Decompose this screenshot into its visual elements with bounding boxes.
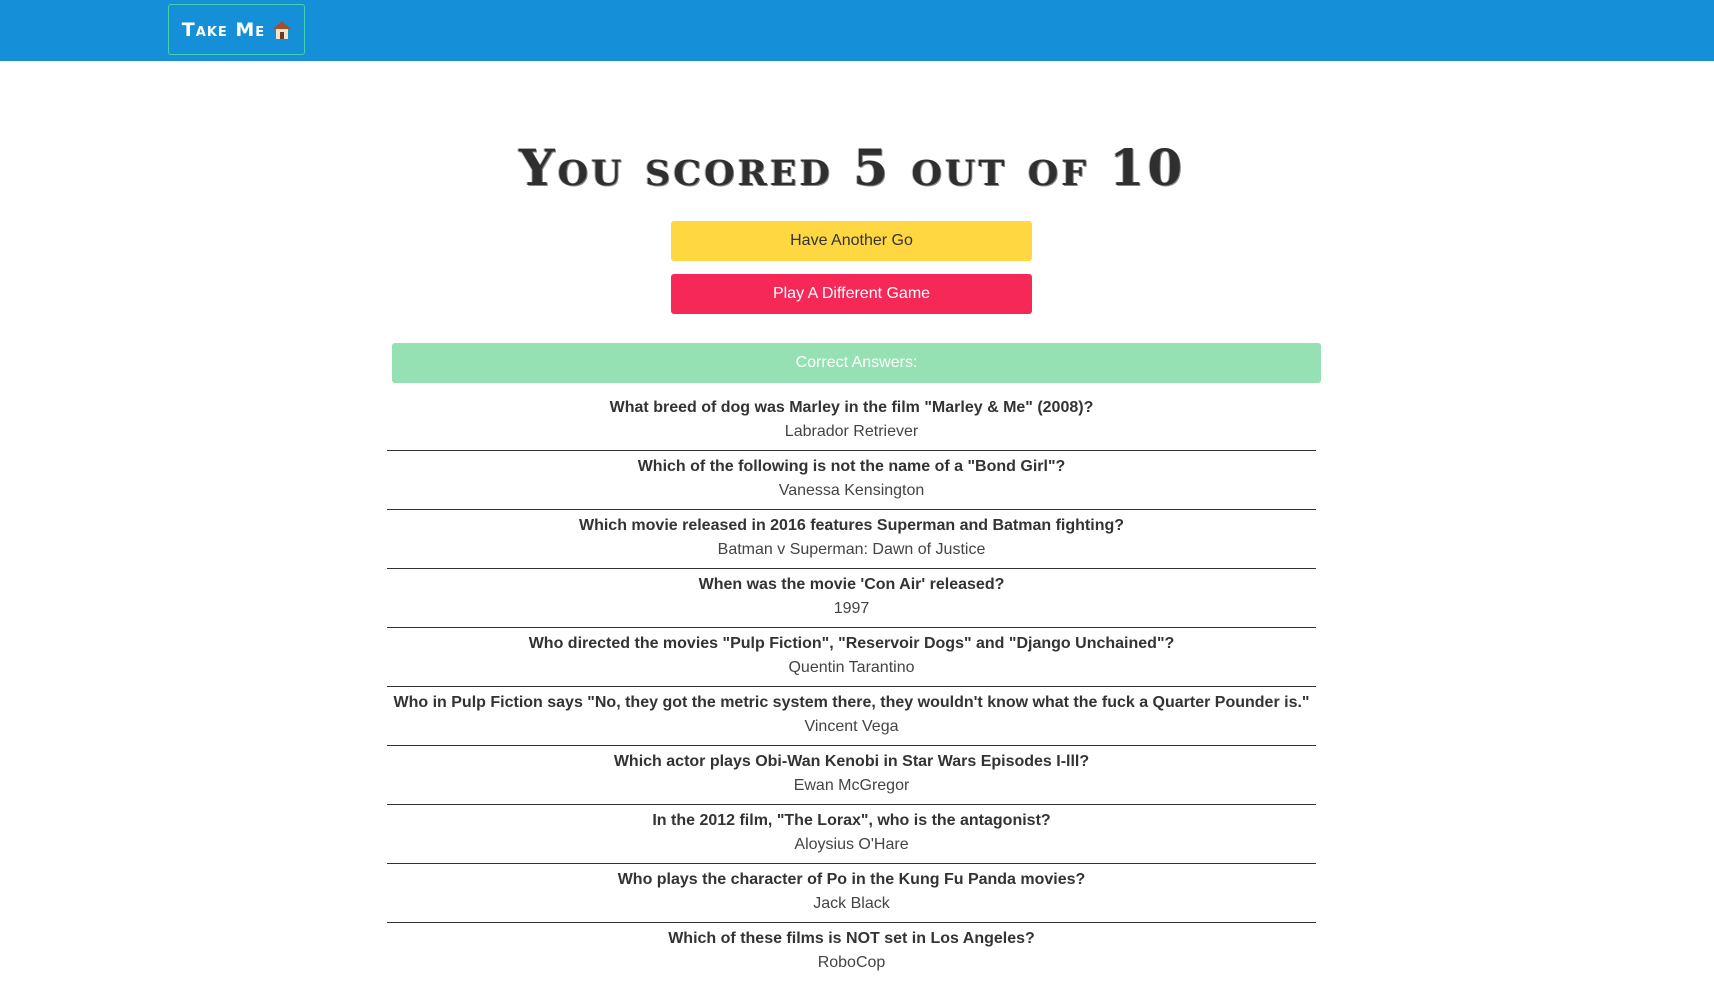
question-text: Who directed the movies "Pulp Fiction", … xyxy=(528,635,1175,652)
question-text: Which movie released in 2016 features Su… xyxy=(578,517,1125,534)
answer-text: RoboCop xyxy=(817,954,886,971)
answer-text: Quentin Tarantino xyxy=(788,659,915,676)
answer-text: Jack Black xyxy=(813,895,890,912)
question-text: What breed of dog was Marley in the film… xyxy=(609,399,1094,416)
home-button-label: Take Me xyxy=(181,18,266,41)
question-text: Which actor plays Obi-Wan Kenobi in Star… xyxy=(613,753,1090,770)
take-me-home-button[interactable]: Take Me xyxy=(168,4,305,55)
answer-text: Labrador Retriever xyxy=(784,423,919,440)
list-item: What breed of dog was Marley in the film… xyxy=(387,393,1316,451)
answer-text: Vanessa Kensington xyxy=(778,482,925,499)
question-text: Who plays the character of Po in the Kun… xyxy=(617,871,1086,888)
top-nav-bar: Take Me xyxy=(0,0,1714,61)
list-item: When was the movie 'Con Air' released? 1… xyxy=(387,570,1316,628)
answer-text: 1997 xyxy=(833,600,870,617)
answer-text: Aloysius O'Hare xyxy=(794,836,909,853)
play-different-game-button[interactable]: Play A Different Game xyxy=(671,274,1032,314)
list-item: Who plays the character of Po in the Kun… xyxy=(387,865,1316,923)
question-text: Who in Pulp Fiction says "No, they got t… xyxy=(393,694,1310,711)
question-text: In the 2012 film, "The Lorax", who is th… xyxy=(652,812,1051,829)
list-item: Who in Pulp Fiction says "No, they got t… xyxy=(387,688,1316,746)
question-text: Which of the following is not the name o… xyxy=(637,458,1066,475)
house-icon xyxy=(273,20,292,39)
correct-answers-header: Correct Answers: xyxy=(392,343,1321,383)
question-text: When was the movie 'Con Air' released? xyxy=(698,576,1005,593)
list-item: Which of these films is NOT set in Los A… xyxy=(387,924,1316,982)
answer-text: Ewan McGregor xyxy=(793,777,910,794)
list-item: Who directed the movies "Pulp Fiction", … xyxy=(387,629,1316,687)
score-title: You scored 5 out of 10 xyxy=(518,138,1186,197)
list-item: Which movie released in 2016 features Su… xyxy=(387,511,1316,569)
question-text: Which of these films is NOT set in Los A… xyxy=(668,930,1035,947)
have-another-go-button[interactable]: Have Another Go xyxy=(671,221,1032,261)
list-item: In the 2012 film, "The Lorax", who is th… xyxy=(387,806,1316,864)
answer-text: Vincent Vega xyxy=(804,718,899,735)
answers-list: What breed of dog was Marley in the film… xyxy=(387,393,1316,983)
list-item: Which of the following is not the name o… xyxy=(387,452,1316,510)
list-item: Which actor plays Obi-Wan Kenobi in Star… xyxy=(387,747,1316,805)
answer-text: Batman v Superman: Dawn of Justice xyxy=(717,541,986,558)
